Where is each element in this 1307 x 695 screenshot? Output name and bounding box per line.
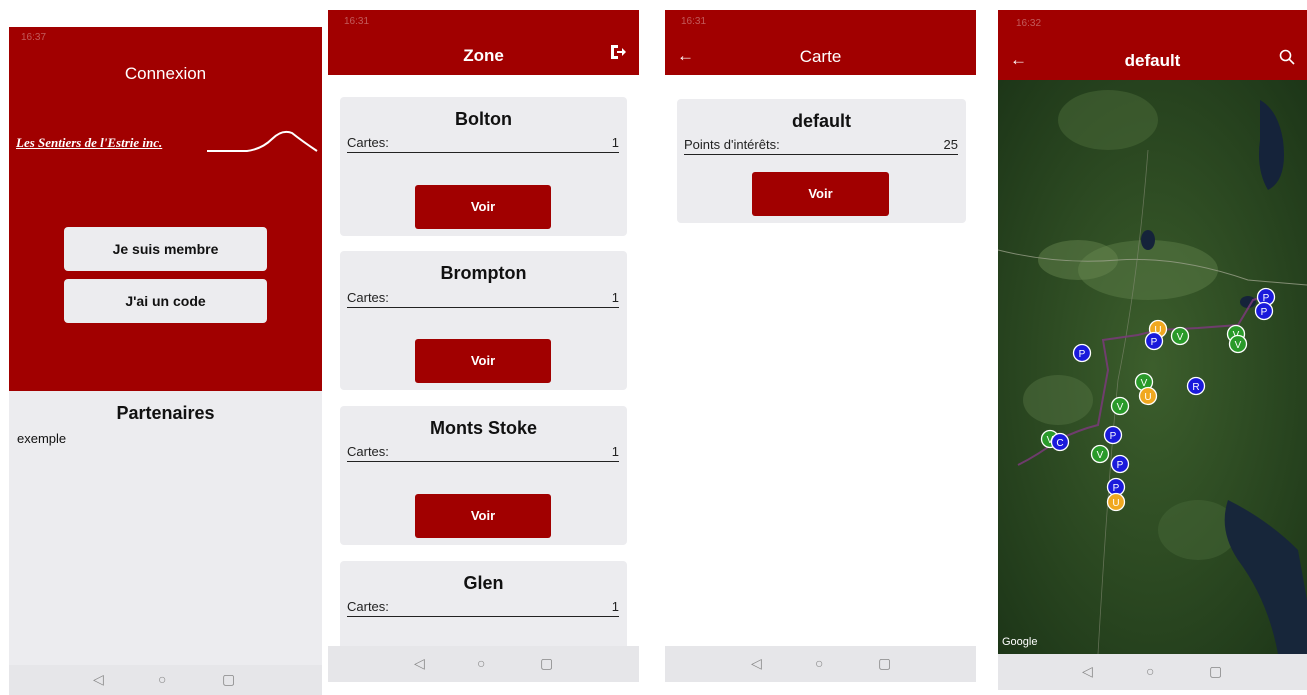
svg-text:P: P [1261,307,1268,318]
cartes-row: Cartes: 1 [347,135,619,153]
zone-card: Brompton Cartes: 1 Voir [340,251,627,390]
status-time: 16:31 [344,16,370,27]
cartes-row: Cartes: 1 [347,444,619,462]
svg-text:P: P [1079,349,1086,360]
partner-item[interactable]: exemple [17,431,66,446]
map-marker-v[interactable]: V [1090,444,1110,464]
svg-text:P: P [1117,460,1124,471]
map-name: default [791,111,851,131]
home-nav-icon[interactable]: ○ [815,655,823,671]
map-marker-u[interactable]: U [1106,492,1126,512]
google-attribution: Google [1002,636,1038,648]
poi-label: Points d'intérêts: [684,137,780,152]
home-nav-icon[interactable]: ○ [1146,663,1154,679]
poi-count: 25 [943,137,958,152]
svg-text:P: P [1113,483,1120,494]
svg-text:P: P [1110,431,1117,442]
home-nav-icon[interactable]: ○ [158,671,166,687]
cartes-count: 1 [611,444,619,459]
cartes-count: 1 [611,599,619,614]
cartes-label: Cartes: [347,444,389,459]
zone-card: Monts Stoke Cartes: 1 Voir [340,406,627,545]
recents-nav-icon[interactable]: ▢ [878,655,891,672]
cartes-count: 1 [611,135,619,150]
voir-button[interactable]: Voir [415,494,551,538]
map-marker-p[interactable]: P [1254,301,1274,321]
home-nav-icon[interactable]: ○ [477,655,485,671]
cartes-label: Cartes: [347,135,389,150]
logo-text: Les Sentiers de l'Estrie inc. [16,135,163,150]
poi-row: Points d'intérêts: 25 [684,137,958,155]
map-marker-p[interactable]: P [1144,331,1164,351]
map-marker-r[interactable]: R [1186,376,1206,396]
logo-mountain-icon [207,130,318,152]
voir-button[interactable]: Voir [752,172,889,216]
svg-text:P: P [1151,337,1158,348]
map-marker-v[interactable]: V [1228,334,1248,354]
zone-name: Glen [463,573,504,593]
zone-name: Monts Stoke [429,418,537,438]
app-bar: 16:32 ← default [998,10,1307,80]
page-title: default [1124,51,1181,70]
svg-text:V: V [1235,340,1242,351]
code-button[interactable]: J'ai un code [64,279,267,323]
svg-text:U: U [1112,498,1119,509]
map-screen: 16:32 ← default P P U P V V P V U R V V … [998,10,1307,690]
zone-screen: 16:31 Zone Bolton Cartes: 1 Voir Brompto… [328,10,639,682]
map-marker-v[interactable]: V [1110,396,1130,416]
svg-text:V: V [1097,450,1104,461]
member-button[interactable]: Je suis membre [64,227,267,271]
back-nav-icon[interactable]: ◁ [414,655,425,672]
page-title: Carte [799,47,842,66]
app-bar: 16:31 Zone [328,10,639,75]
map-marker-u[interactable]: U [1138,386,1158,406]
satellite-map[interactable]: PPUPVVVPVURVVCPVPPU [998,80,1307,654]
nav-bar: ◁ ○ ▢ [9,665,322,695]
cartes-label: Cartes: [347,290,389,305]
recents-nav-icon[interactable]: ▢ [222,671,235,688]
zone-card: Bolton Cartes: 1 Voir [340,97,627,236]
status-time: 16:32 [1016,18,1042,29]
map-marker-c[interactable]: C [1050,432,1070,452]
zone-card: Glen Cartes: 1 [340,561,627,651]
page-title: Connexion [124,64,207,83]
login-screen: 16:37 Connexion Les Sentiers de l'Estrie… [9,27,322,695]
partners-title: Partenaires [116,403,215,423]
cartes-count: 1 [611,290,619,305]
svg-text:R: R [1192,382,1199,393]
recents-nav-icon[interactable]: ▢ [540,655,553,672]
map-card: default Points d'intérêts: 25 Voir [677,99,966,223]
map-marker-v[interactable]: V [1170,326,1190,346]
nav-bar: ◁ ○ ▢ [665,646,976,682]
page-title: Zone [463,46,504,65]
back-nav-icon[interactable]: ◁ [1082,663,1093,680]
search-icon[interactable] [1279,49,1295,70]
zone-name: Bolton [455,109,512,129]
voir-button[interactable]: Voir [415,339,551,383]
back-nav-icon[interactable]: ◁ [751,655,762,672]
map-marker-p[interactable]: P [1110,454,1130,474]
cartes-label: Cartes: [347,599,389,614]
app-bar: Connexion [9,27,322,97]
map-marker-p[interactable]: P [1103,425,1123,445]
nav-bar: ◁ ○ ▢ [998,654,1307,690]
nav-bar: ◁ ○ ▢ [328,646,639,682]
carte-screen: 16:31 ← Carte default Points d'intérêts:… [665,10,976,686]
svg-text:C: C [1056,438,1063,449]
svg-text:V: V [1177,332,1184,343]
logout-icon[interactable] [609,43,627,66]
svg-text:V: V [1117,402,1124,413]
app-bar: 16:31 ← Carte [665,10,976,75]
map-marker-p[interactable]: P [1072,343,1092,363]
cartes-row: Cartes: 1 [347,290,619,308]
status-time: 16:31 [681,16,707,27]
voir-button[interactable]: Voir [415,185,551,229]
svg-text:U: U [1144,392,1151,403]
back-nav-icon[interactable]: ◁ [93,671,104,688]
zone-name: Brompton [440,263,527,283]
map-view[interactable]: PPUPVVVPVURVVCPVPPU Google [998,80,1307,654]
recents-nav-icon[interactable]: ▢ [1209,663,1222,680]
cartes-row: Cartes: 1 [347,599,619,617]
